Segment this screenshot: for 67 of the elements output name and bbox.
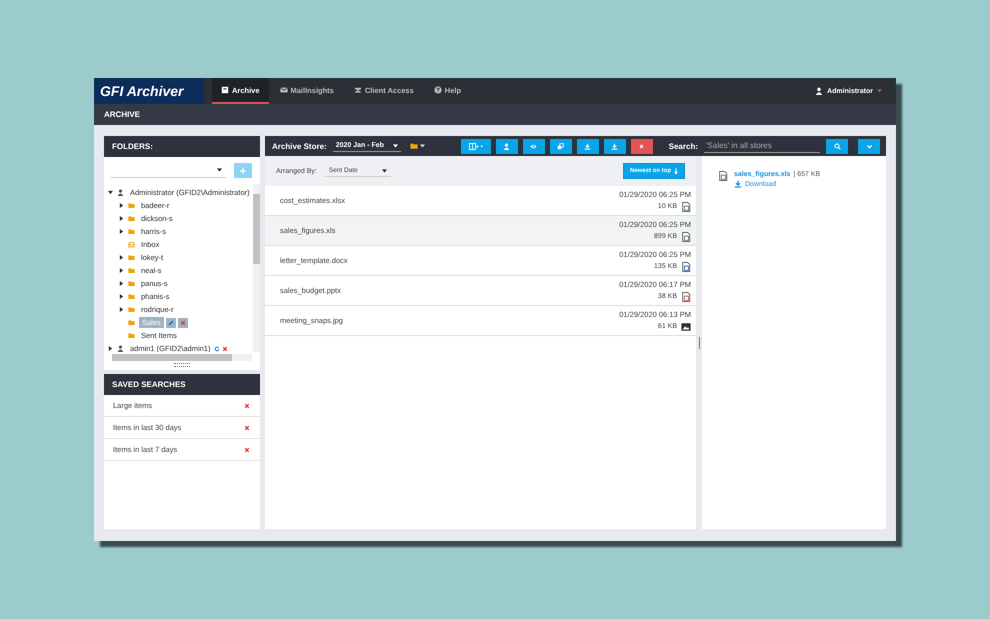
caret-right-icon[interactable] (119, 294, 124, 299)
panel-title: SAVED SEARCHES (112, 380, 186, 389)
scrollbar[interactable] (253, 184, 260, 352)
delete-icon[interactable] (222, 346, 228, 352)
delete-icon[interactable] (244, 424, 250, 430)
user-icon (117, 189, 124, 196)
scrollbar[interactable] (112, 354, 252, 361)
download-button[interactable] (604, 138, 626, 154)
delete-icon[interactable] (244, 402, 250, 408)
refresh-icon[interactable] (214, 346, 220, 352)
user-button[interactable] (496, 138, 518, 154)
store-label: Archive Store: (272, 142, 327, 150)
search-icon (834, 142, 840, 150)
download-icon (734, 180, 742, 188)
download-icon (611, 142, 618, 150)
caret-right-icon[interactable] (119, 307, 124, 312)
caret-down-icon (382, 168, 387, 172)
expand-button[interactable] (858, 138, 880, 154)
users-icon (354, 86, 362, 94)
columns-button[interactable] (460, 138, 491, 154)
document-icon (681, 292, 691, 302)
caret-down-icon (217, 168, 222, 172)
columns-icon (468, 142, 483, 150)
eye-icon (530, 142, 538, 150)
caret-right-icon[interactable] (119, 281, 124, 286)
document-icon (681, 202, 691, 212)
view-button[interactable] (522, 138, 545, 154)
user-icon (503, 142, 510, 150)
copy-button[interactable] (550, 138, 572, 154)
delete-icon[interactable] (244, 446, 250, 452)
caret-right-icon[interactable] (119, 255, 124, 260)
plus-icon (240, 168, 246, 174)
caret-down-icon (392, 144, 398, 148)
caret-right-icon[interactable] (119, 203, 124, 208)
download-icon (584, 142, 592, 150)
resize-handle[interactable] (174, 363, 190, 367)
user-icon (815, 87, 824, 95)
chevron-down-icon (866, 142, 872, 150)
folder-icon (410, 142, 418, 150)
search-field[interactable]: 'Sales' in all stores (704, 139, 820, 153)
user-icon (117, 345, 124, 352)
image-icon (681, 322, 691, 332)
help-icon (434, 86, 442, 94)
search-button[interactable] (826, 138, 848, 154)
delete-button[interactable] (630, 138, 653, 154)
envelope-icon (280, 86, 288, 94)
app-logo: GFI Archiver (94, 78, 204, 104)
caret-right-icon[interactable] (119, 229, 124, 234)
caret-right-icon[interactable] (108, 346, 113, 351)
document-icon (718, 171, 728, 181)
close-icon (638, 142, 646, 150)
inbox-icon (128, 241, 135, 248)
caret-right-icon[interactable] (119, 216, 124, 221)
archive-icon (221, 86, 229, 94)
caret-down-icon (877, 89, 882, 93)
caret-right-icon[interactable] (119, 268, 124, 273)
copy-icon (557, 142, 564, 150)
download-button[interactable] (576, 138, 599, 154)
panel-title: FOLDERS: (112, 142, 153, 151)
arrow-down-icon (674, 168, 678, 174)
caret-down-icon (420, 144, 425, 148)
document-icon (681, 232, 691, 242)
search-label: Search: (668, 142, 698, 150)
document-icon (681, 262, 691, 272)
folder-menu-button[interactable] (410, 142, 425, 150)
caret-down-icon[interactable] (108, 190, 113, 195)
page-title: ARCHIVE (104, 110, 140, 119)
